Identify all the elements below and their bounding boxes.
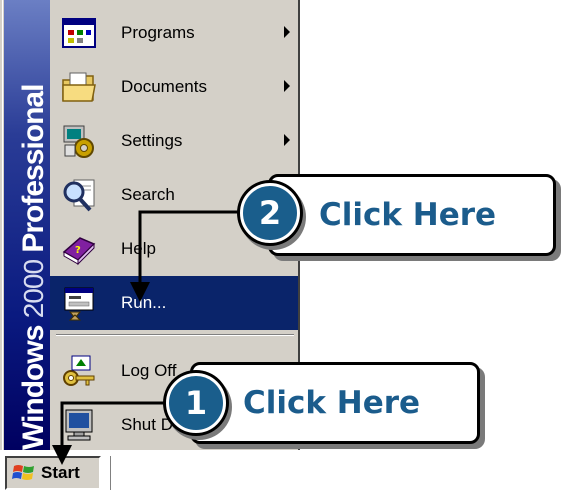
callout-step-1: Click Here — [190, 362, 480, 444]
callout-step-2: Click Here — [268, 174, 556, 256]
callout-text: Click Here — [243, 385, 421, 421]
arrowhead-2 — [130, 282, 150, 302]
arrowhead-1 — [52, 445, 72, 465]
step-2-badge: 2 — [240, 183, 300, 243]
callout-text: Click Here — [319, 197, 497, 233]
step-1-badge: 1 — [166, 373, 226, 433]
